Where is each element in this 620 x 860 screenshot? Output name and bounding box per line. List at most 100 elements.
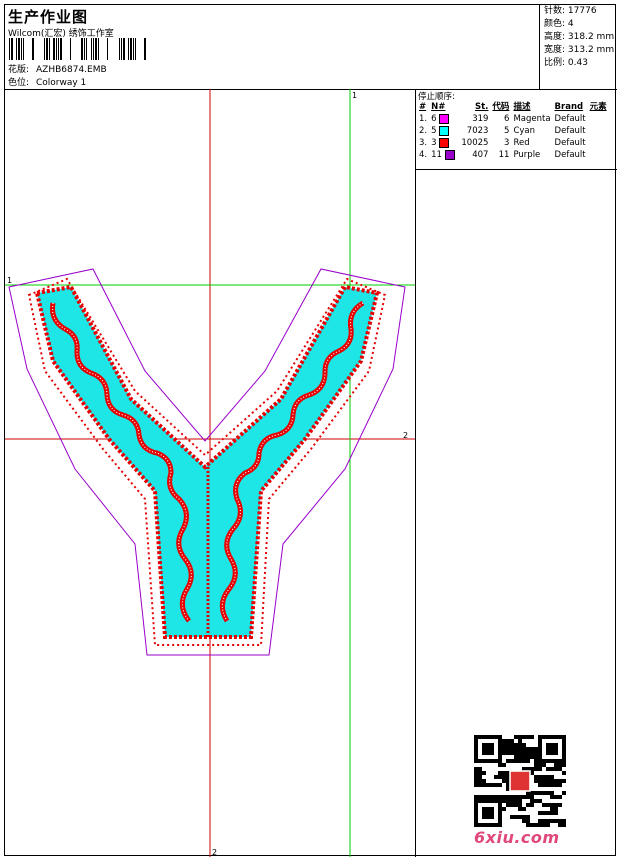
guide-label-h2: 2 — [403, 431, 408, 440]
barcode-bar — [70, 38, 71, 60]
qr-module — [546, 823, 550, 827]
qr-module — [474, 751, 478, 755]
qr-module — [514, 735, 518, 739]
qr-module — [522, 743, 526, 747]
qr-module — [490, 751, 494, 755]
qr-module — [534, 775, 538, 779]
qr-module — [514, 759, 518, 763]
qr-module — [490, 823, 494, 827]
qr-module — [498, 763, 502, 767]
qr-module — [498, 799, 502, 803]
qr-module — [502, 743, 506, 747]
qr-module — [550, 767, 554, 771]
qr-module — [534, 755, 538, 759]
barcode-bar — [44, 38, 45, 60]
stat-stitches: 针数: 17776 — [544, 6, 597, 16]
qr-module — [474, 775, 478, 779]
qr-module — [534, 823, 538, 827]
col-brand: Brand — [554, 102, 584, 112]
qr-module — [558, 763, 562, 767]
colorway-value: Colorway 1 — [36, 78, 87, 88]
qr-module — [546, 783, 550, 787]
qr-module — [494, 735, 498, 739]
seq-element — [588, 137, 609, 149]
seq-stitches: 10025 — [461, 138, 489, 148]
qr-module — [546, 791, 550, 795]
seq-stitches: 407 — [472, 150, 489, 160]
barcode-bar — [84, 38, 85, 60]
qr-module — [562, 771, 566, 775]
barcode-bar — [53, 38, 55, 60]
qr-module — [542, 791, 546, 795]
qr-module — [506, 759, 510, 763]
design-stats: 针数: 17776 颜色: 4 高度: 318.2 mm 宽度: 313.2 m… — [541, 5, 617, 89]
guide-label-v2: 2 — [212, 848, 217, 857]
qr-module — [550, 803, 554, 807]
barcode-bar — [9, 38, 10, 60]
qr-module — [502, 807, 506, 811]
qr-module — [518, 799, 522, 803]
qr-module — [542, 735, 546, 739]
qr-module — [498, 751, 502, 755]
qr-module — [534, 751, 538, 755]
barcode-bar — [18, 38, 20, 60]
qr-module — [486, 783, 490, 787]
qr-module — [482, 783, 486, 787]
qr-module — [518, 735, 522, 739]
qr-module — [502, 775, 506, 779]
qr-module — [542, 811, 546, 815]
seq-code: 11 — [498, 150, 510, 160]
qr-module — [482, 751, 486, 755]
qr-module — [510, 759, 514, 763]
qr-module — [498, 819, 502, 823]
qr-module — [510, 747, 514, 751]
qr-module — [498, 743, 502, 747]
qr-module — [510, 739, 514, 743]
colorway-label: 色位: — [8, 78, 30, 88]
barcode-bar — [21, 38, 22, 60]
qr-module — [550, 775, 554, 779]
color-swatch — [439, 137, 450, 148]
qr-module — [518, 815, 522, 819]
qr-module — [474, 807, 478, 811]
qr-module — [546, 735, 550, 739]
qr-module — [482, 811, 486, 815]
qr-module — [474, 823, 478, 827]
qr-module — [562, 735, 566, 739]
qr-module — [494, 799, 498, 803]
qr-module — [498, 815, 502, 819]
qr-module — [546, 819, 550, 823]
seq-code: 5 — [504, 126, 510, 136]
barcode-bar — [46, 38, 48, 60]
qr-module — [474, 759, 478, 763]
qr-module — [522, 747, 526, 751]
qr-module — [554, 751, 558, 755]
qr-module — [498, 735, 502, 739]
seq-brand: Default — [554, 126, 586, 136]
qr-module — [502, 771, 506, 775]
qr-module — [510, 751, 514, 755]
qr-module — [542, 803, 546, 807]
qr-module — [554, 747, 558, 751]
qr-module — [486, 815, 490, 819]
red-seal-logo — [509, 770, 531, 792]
page-title: 生产作业图 — [8, 8, 89, 26]
qr-module — [558, 803, 562, 807]
qr-module — [482, 779, 486, 783]
qr-module — [546, 767, 550, 771]
barcode-bar — [107, 38, 108, 60]
col-code: 代码 — [492, 102, 510, 112]
qr-module — [546, 743, 550, 747]
qr-module — [542, 763, 546, 767]
seq-element — [588, 125, 609, 137]
qr-module — [474, 739, 478, 743]
qr-module — [510, 795, 514, 799]
qr-module — [522, 751, 526, 755]
seq-desc: Magenta — [513, 114, 551, 124]
qr-module — [498, 755, 502, 759]
barcode-bar — [133, 38, 134, 60]
qr-module — [478, 799, 482, 803]
seq-index: 1. — [419, 114, 428, 124]
qr-module — [562, 779, 566, 783]
qr-module — [554, 807, 558, 811]
